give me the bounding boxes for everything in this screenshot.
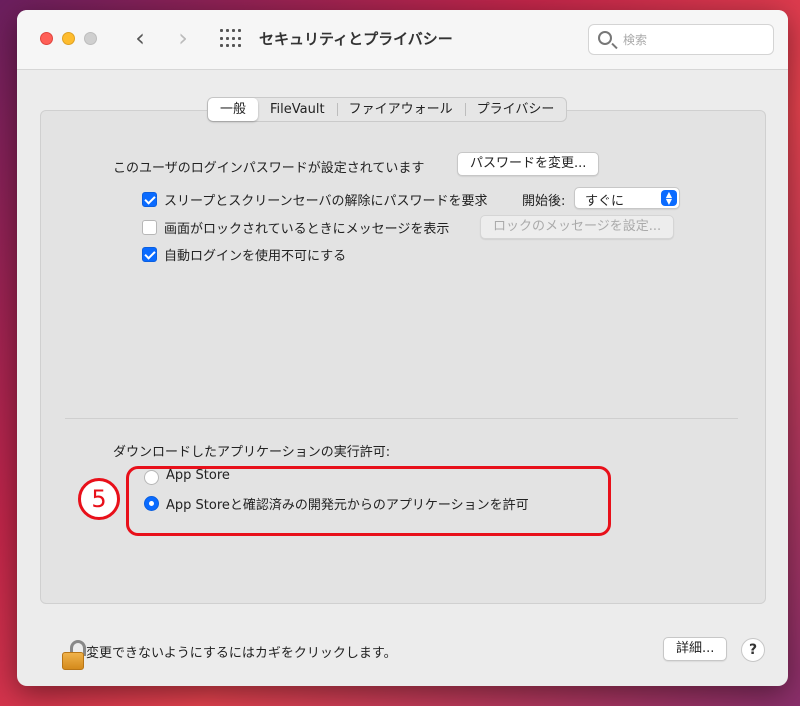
require-password-label: スリープとスクリーンセーバの解除にパスワードを要求 <box>164 194 488 209</box>
tab-firewall[interactable]: ファイアウォール <box>336 98 465 121</box>
search-icon <box>598 31 612 45</box>
title-bar: ‹ › セキュリティとプライバシー <box>17 10 788 70</box>
disable-auto-login-checkbox[interactable] <box>142 247 157 262</box>
close-button[interactable] <box>40 32 53 45</box>
forward-chevron-icon[interactable]: › <box>172 26 194 52</box>
after-label: 開始後: <box>522 194 566 209</box>
zoom-button[interactable] <box>84 32 97 45</box>
help-button[interactable]: ? <box>741 638 765 662</box>
tab-filevault[interactable]: FileVault <box>258 98 337 121</box>
disable-auto-login-label: 自動ログインを使用不可にする <box>164 249 347 264</box>
downloads-label: ダウンロードしたアプリケーションの実行許可: <box>113 445 391 460</box>
show-message-checkbox[interactable] <box>142 220 157 235</box>
set-lock-message-button[interactable]: ロックのメッセージを設定... <box>480 215 675 239</box>
annotation-highlight-box <box>126 466 611 536</box>
search-field[interactable] <box>588 24 774 55</box>
preferences-window: ‹ › セキュリティとプライバシー 一般 FileVault ファイアウォール … <box>17 10 788 686</box>
tab-bar: 一般 FileVault ファイアウォール プライバシー <box>207 97 568 122</box>
require-password-checkbox[interactable] <box>142 192 157 207</box>
minimize-button[interactable] <box>62 32 75 45</box>
after-select[interactable]: すぐに ▲ ▼ <box>574 187 680 209</box>
tab-privacy[interactable]: プライバシー <box>464 98 567 121</box>
show-all-grid-icon[interactable] <box>220 29 242 49</box>
advanced-button[interactable]: 詳細... <box>663 637 728 661</box>
show-message-label: 画面がロックされているときにメッセージを表示 <box>164 222 450 237</box>
chevron-updown-icon: ▲ ▼ <box>661 190 677 206</box>
change-password-button[interactable]: パスワードを変更... <box>457 152 600 176</box>
lock-hint-text: 変更できないようにするにはカギをクリックします。 <box>86 646 397 661</box>
tab-general[interactable]: 一般 <box>208 98 259 121</box>
back-chevron-icon[interactable]: ‹ <box>129 26 151 52</box>
search-input[interactable] <box>623 30 763 50</box>
after-select-value: すぐに <box>585 194 625 209</box>
password-status-label: このユーザのログインパスワードが設定されています <box>113 161 425 176</box>
lock-icon[interactable] <box>62 640 86 672</box>
window-title: セキュリティとプライバシー <box>259 30 453 48</box>
section-divider <box>65 418 738 419</box>
annotation-step-number: 5 <box>78 478 120 520</box>
